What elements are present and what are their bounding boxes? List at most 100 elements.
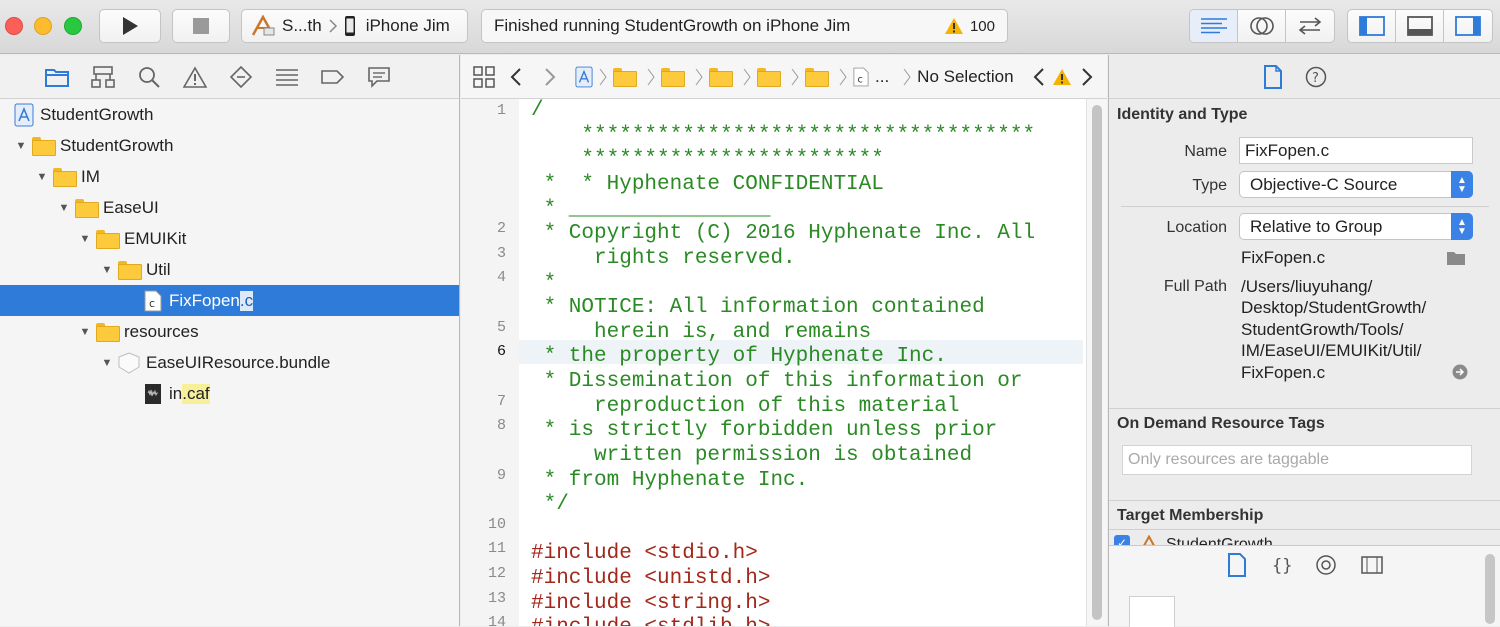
library-tabs: {} (1109, 546, 1500, 584)
debug-navigator-tab[interactable] (275, 65, 299, 89)
object-library-icon[interactable] (1315, 554, 1337, 576)
name-field[interactable]: FixFopen.c (1239, 137, 1473, 164)
back-chevron-icon[interactable] (509, 67, 523, 87)
folder-icon (96, 323, 120, 342)
disclosure-triangle-icon[interactable]: ▼ (35, 170, 49, 184)
chevron-right-icon (599, 68, 607, 85)
tree-item-label: EaseUIResource.bundle (146, 352, 331, 372)
folder-icon (661, 68, 685, 87)
code-line: #include <string.h> (531, 592, 771, 615)
editor-vertical-scrollbar[interactable] (1086, 99, 1107, 626)
line-number: 7 (496, 393, 506, 410)
previous-issue-chevron-icon[interactable] (1032, 67, 1046, 87)
project-navigator-tab[interactable] (45, 65, 69, 89)
standard-editor-button[interactable] (1190, 10, 1238, 42)
warning-icon[interactable] (1052, 68, 1072, 86)
close-window-button[interactable] (5, 17, 23, 35)
toggle-inspector-button[interactable] (1444, 10, 1492, 42)
name-label: Name (1184, 143, 1227, 160)
full-path-line: Desktop/StudentGrowth/ (1241, 298, 1427, 317)
related-items-grid-icon[interactable] (473, 65, 495, 88)
forward-chevron-icon[interactable] (543, 67, 557, 87)
library-pane: {} (1109, 545, 1500, 627)
scrollbar-thumb[interactable] (1092, 105, 1102, 620)
tree-item-label: IM (81, 166, 100, 186)
issue-navigator-tab[interactable] (183, 65, 207, 89)
code-line: * Dissemination of this information or (531, 370, 1023, 393)
breadcrumb[interactable]: c ... No Selection (575, 66, 1014, 88)
code-line: written permission is obtained (531, 444, 973, 467)
quick-help-icon[interactable]: ? (1305, 66, 1327, 88)
toggle-debug-area-button[interactable] (1396, 10, 1444, 42)
code-snippet-braces-icon[interactable]: {} (1271, 554, 1291, 576)
run-button[interactable] (99, 9, 161, 43)
swap-arrows-icon (1298, 17, 1322, 35)
location-popup[interactable]: Relative to Group ▲ ▼ (1239, 213, 1473, 240)
code-line: ************************ (531, 148, 884, 171)
disclosure-triangle-icon[interactable]: ▼ (100, 263, 114, 277)
zoom-window-button[interactable] (64, 17, 82, 35)
warning-indicator[interactable]: 100 (944, 17, 995, 35)
xcode-project-icon (14, 103, 34, 126)
tree-item-folder[interactable]: ▼ Util (0, 254, 459, 285)
media-library-icon[interactable] (1361, 555, 1383, 575)
full-path-line: StudentGrowth/Tools/ (1241, 320, 1404, 339)
svg-text:c: c (857, 74, 862, 85)
symbol-navigator-tab[interactable] (91, 65, 115, 89)
version-editor-button[interactable] (1286, 10, 1334, 42)
code-line: * (531, 272, 557, 295)
code-line: #include <stdio.h> (531, 542, 758, 565)
line-number-current: 6 (496, 343, 506, 360)
file-type-popup[interactable]: Objective-C Source ▲ ▼ (1239, 171, 1473, 198)
tree-item-project[interactable]: StudentGrowth (0, 99, 459, 130)
code-line: * NOTICE: All information contained (531, 296, 985, 319)
disclosure-triangle-icon[interactable]: ▼ (78, 325, 92, 339)
chevron-right-icon (903, 68, 911, 85)
tree-item-folder[interactable]: ▼ resources (0, 316, 459, 347)
resource-tags-field[interactable]: Only resources are taggable (1122, 445, 1472, 475)
minimize-window-button[interactable] (34, 17, 52, 35)
folder-icon (96, 230, 120, 249)
library-scrollbar-thumb[interactable] (1485, 554, 1495, 624)
tree-item-folder[interactable]: ▼ StudentGrowth (0, 130, 459, 161)
full-path-label: Full Path (1163, 278, 1227, 295)
tree-item-folder[interactable]: ▼ EaseUI (0, 192, 459, 223)
chevron-right-icon (647, 68, 655, 85)
line-number: 9 (496, 467, 506, 484)
target-membership-title: Target Membership (1117, 507, 1264, 524)
folder-icon (613, 68, 637, 87)
audio-file-icon (145, 383, 161, 404)
disclosure-triangle-icon[interactable]: ▼ (100, 356, 114, 370)
reveal-in-finder-arrow-icon[interactable] (1452, 364, 1468, 380)
test-navigator-tab[interactable] (229, 65, 253, 89)
find-navigator-tab[interactable] (137, 65, 161, 89)
code-line: * ________________ (531, 198, 771, 221)
file-template-icon[interactable] (1227, 553, 1247, 577)
tree-item-label: StudentGrowth (60, 135, 174, 155)
disclosure-triangle-icon[interactable]: ▼ (14, 139, 28, 153)
tree-item-folder[interactable]: ▼ EMUIKit (0, 223, 459, 254)
report-navigator-tab[interactable] (367, 65, 391, 89)
toggle-navigator-button[interactable] (1348, 10, 1396, 42)
assistant-editor-button[interactable] (1238, 10, 1286, 42)
scheme-selector[interactable]: S...th iPhone Jim (241, 9, 468, 43)
file-inspector-icon[interactable] (1263, 64, 1283, 89)
inspector-tabs: ? (1109, 55, 1500, 99)
tree-item-file-selected[interactable]: c FixFopen .c (0, 285, 459, 316)
file-tree: StudentGrowth ▼ StudentGrowth ▼ IM ▼ Eas… (0, 99, 459, 409)
tree-item-folder[interactable]: ▼ IM (0, 161, 459, 192)
popup-stepper-icon: ▲ ▼ (1451, 213, 1473, 240)
chevron-right-icon (791, 68, 799, 85)
folder-reveal-icon[interactable] (1446, 250, 1466, 266)
next-issue-chevron-icon[interactable] (1080, 67, 1094, 87)
tree-item-bundle[interactable]: ▼ EaseUIResource.bundle (0, 347, 459, 378)
disclosure-triangle-icon[interactable]: ▼ (57, 201, 71, 215)
code-line: */ (531, 493, 569, 516)
code-area[interactable]: 1 2 3 4 5 6 7 8 9 10 11 12 13 14 / *****… (461, 99, 1107, 626)
line-number: 5 (496, 319, 506, 336)
code-line: ************************************ (531, 124, 1036, 147)
stop-button[interactable] (172, 9, 230, 43)
disclosure-triangle-icon[interactable]: ▼ (78, 232, 92, 246)
tree-item-file[interactable]: in .caf (0, 378, 459, 409)
breakpoint-navigator-tab[interactable] (321, 65, 345, 89)
